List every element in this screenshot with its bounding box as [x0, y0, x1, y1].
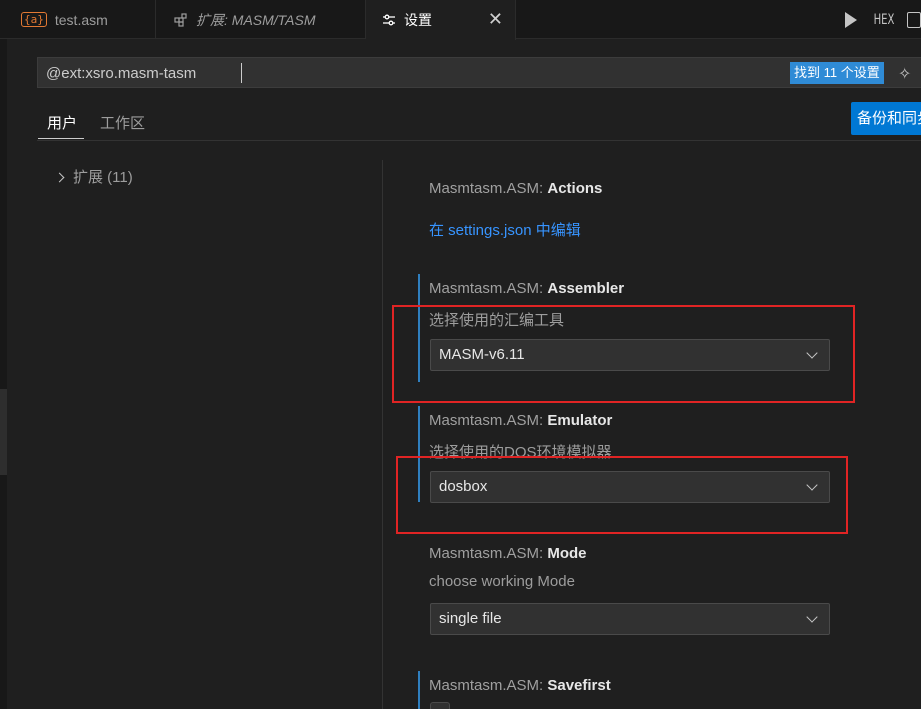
- tab-label: test.asm: [54, 11, 108, 28]
- settings-icon: [382, 13, 396, 27]
- search-input[interactable]: [46, 63, 786, 83]
- setting-savefirst: Masmtasm.ASM: Savefirst: [418, 671, 848, 709]
- savefirst-checkbox[interactable]: [430, 702, 450, 709]
- toc-divider: [382, 160, 383, 709]
- header-divider: [37, 140, 921, 141]
- editor-tab-bar: {a} test.asm 扩展: MASM/TASM 设置 ✕ HEX: [0, 0, 921, 40]
- chevron-right-icon: [54, 172, 65, 182]
- setting-title: Masmtasm.ASM: Mode: [429, 545, 587, 562]
- tab-label: 设置: [404, 12, 432, 28]
- setting-title: Masmtasm.ASM: Savefirst: [429, 677, 611, 694]
- tab-settings[interactable]: 设置 ✕: [366, 0, 516, 40]
- text-cursor: [241, 63, 242, 83]
- mode-select[interactable]: single file: [430, 603, 830, 635]
- tab-user-scope[interactable]: 用户: [47, 112, 77, 133]
- toc-label: 扩展 (11): [73, 169, 133, 186]
- extensions-icon: [174, 12, 188, 27]
- left-gutter: [0, 39, 7, 709]
- toc-item-extensions[interactable]: 扩展 (11): [54, 166, 133, 187]
- setting-title: Masmtasm.ASM: Assembler: [429, 280, 625, 297]
- setting-title: Masmtasm.ASM: Actions: [429, 180, 603, 197]
- search-result-count: 找到 11 个设置: [790, 62, 884, 84]
- active-scope-indicator: [38, 138, 84, 139]
- setting-mode: Masmtasm.ASM: Mode choose working Mode s…: [418, 545, 848, 655]
- chevron-down-icon: [806, 611, 818, 623]
- tab-test-asm[interactable]: {a} test.asm: [7, 0, 156, 39]
- close-icon[interactable]: ✕: [488, 9, 503, 30]
- edit-in-settings-json-link[interactable]: 在 settings.json 中编辑: [429, 219, 581, 240]
- settings-search-box[interactable]: 找到 11 个设置 ✧: [37, 57, 921, 88]
- editor-actions: HEX: [844, 0, 921, 39]
- run-icon[interactable]: [844, 11, 857, 28]
- setting-actions: Masmtasm.ASM: Actions 在 settings.json 中编…: [418, 180, 848, 250]
- tab-workspace-scope[interactable]: 工作区: [100, 112, 145, 133]
- open-settings-json-icon[interactable]: [907, 11, 921, 28]
- select-value: single file: [439, 610, 502, 627]
- modified-indicator: [418, 671, 420, 709]
- backup-sync-button[interactable]: 备份和同步设置: [851, 102, 921, 135]
- setting-title: Masmtasm.ASM: Emulator: [429, 412, 613, 429]
- tab-label: 扩展: MASM/TASM: [196, 11, 316, 28]
- tab-extension-masm-tasm[interactable]: 扩展: MASM/TASM: [156, 0, 366, 39]
- asm-file-icon: {a}: [21, 12, 47, 27]
- setting-description: choose working Mode: [429, 573, 575, 590]
- filter-sparkle-icon[interactable]: ✧: [898, 64, 911, 84]
- hex-editor-button[interactable]: HEX: [874, 12, 895, 28]
- annotation-box-emulator: [396, 456, 848, 534]
- scroll-marker: [0, 389, 7, 475]
- annotation-box-assembler: [392, 305, 855, 403]
